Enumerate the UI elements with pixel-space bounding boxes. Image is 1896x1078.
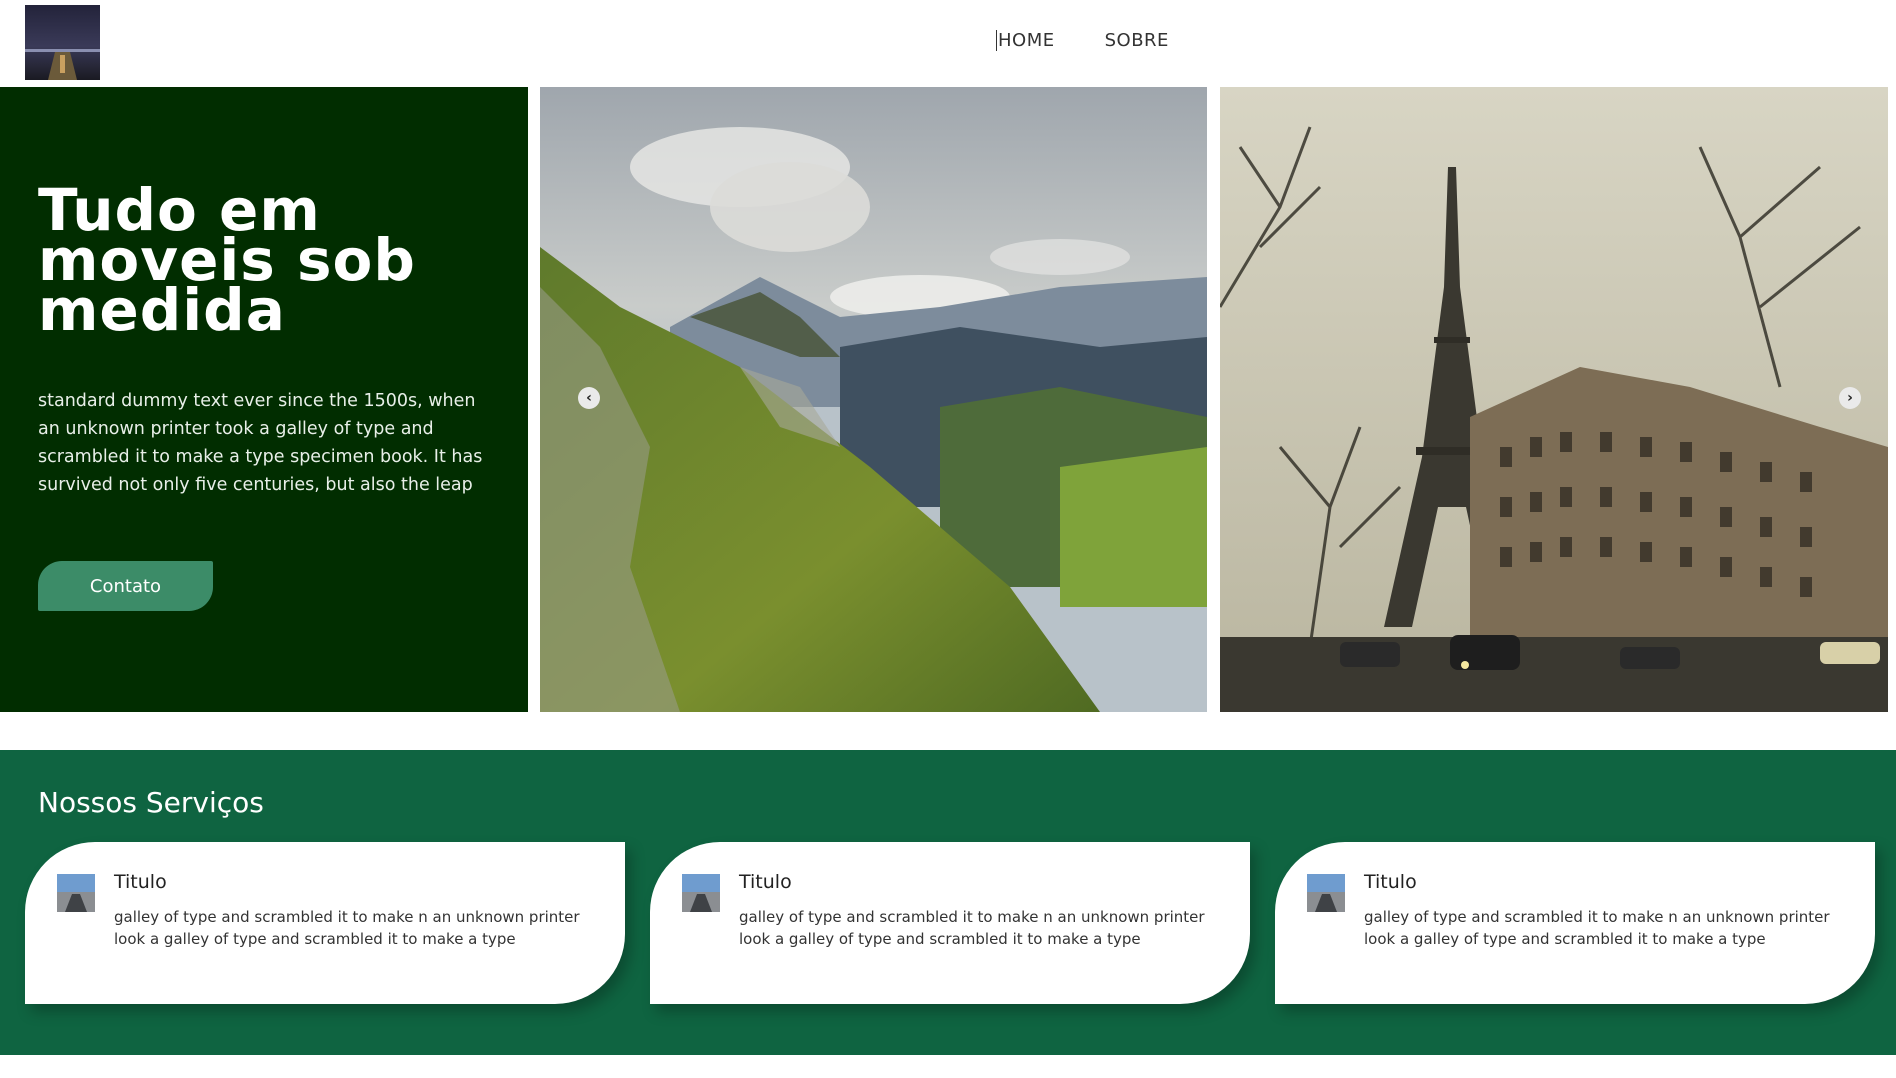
logo[interactable] xyxy=(25,5,100,80)
service-card-title: Titulo xyxy=(1364,871,1417,893)
carousel-prev-button[interactable]: ‹ xyxy=(578,387,600,409)
contact-button[interactable]: Contato xyxy=(38,561,213,611)
logo-image xyxy=(25,5,100,80)
carousel-next-button[interactable]: › xyxy=(1839,387,1861,409)
nav-home-link[interactable]: HOME xyxy=(996,30,1055,51)
hero-title: Tudo em moveis sob medida xyxy=(38,176,416,344)
services-heading: Nossos Serviços xyxy=(38,786,264,819)
mountain-landscape-image xyxy=(540,87,1207,712)
service-thumbnail-image xyxy=(682,874,720,912)
site-header: HOME SOBRE xyxy=(0,0,1896,87)
service-card-title: Titulo xyxy=(739,871,792,893)
service-card[interactable]: Titulo galley of type and scrambled it t… xyxy=(1275,842,1875,1004)
carousel-slide-mountains: ‹ xyxy=(540,87,1207,712)
service-card-title: Titulo xyxy=(114,871,167,893)
chevron-right-icon: › xyxy=(1847,390,1853,406)
image-carousel: ‹ › xyxy=(540,87,1888,712)
service-thumbnail-image xyxy=(57,874,95,912)
carousel-slide-paris: › xyxy=(1220,87,1888,712)
eiffel-tower-image xyxy=(1220,87,1888,712)
main-nav: HOME SOBRE xyxy=(996,30,1169,51)
service-thumbnail-image xyxy=(1307,874,1345,912)
services-section: Nossos Serviços Titulo galley of type an… xyxy=(0,750,1896,1055)
chevron-left-icon: ‹ xyxy=(586,390,592,406)
service-card[interactable]: Titulo galley of type and scrambled it t… xyxy=(25,842,625,1004)
service-card-text: galley of type and scrambled it to make … xyxy=(1364,908,1830,948)
service-card[interactable]: Titulo galley of type and scrambled it t… xyxy=(650,842,1250,1004)
hero-panel: Tudo em moveis sob medida standard dummy… xyxy=(0,87,528,712)
hero-text: standard dummy text ever since the 1500s… xyxy=(38,391,483,495)
service-card-text: galley of type and scrambled it to make … xyxy=(739,908,1205,948)
service-card-text: galley of type and scrambled it to make … xyxy=(114,908,580,948)
nav-sobre-link[interactable]: SOBRE xyxy=(1105,30,1169,51)
